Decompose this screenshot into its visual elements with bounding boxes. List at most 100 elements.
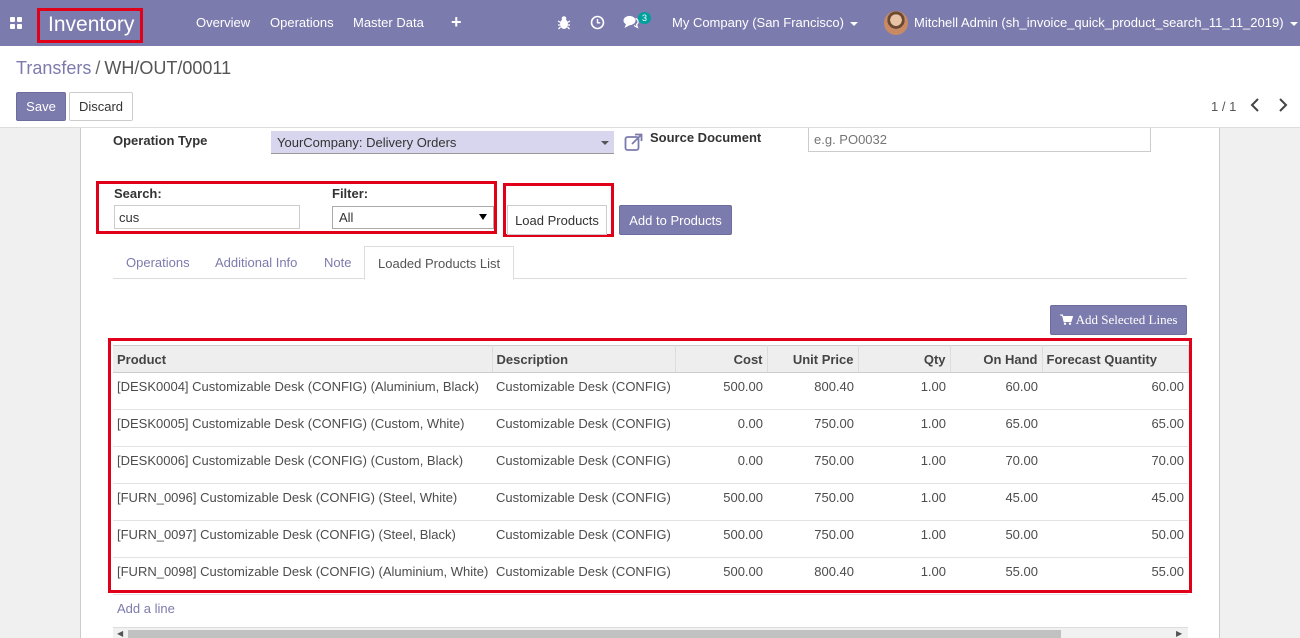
source-document-input[interactable] — [808, 128, 1151, 152]
cell-product: [DESK0004] Customizable Desk (CONFIG) (A… — [113, 372, 492, 410]
cell-qty: 1.00 — [858, 446, 950, 484]
cell-cost: 500.00 — [675, 483, 767, 521]
cell-cost: 500.00 — [675, 372, 767, 410]
chevron-left-icon[interactable] — [1250, 98, 1260, 116]
cell-product: [DESK0006] Customizable Desk (CONFIG) (C… — [113, 446, 492, 484]
scroll-right-icon[interactable]: ▶ — [1176, 630, 1182, 638]
breadcrumb: Transfers / WH/OUT/00011 — [16, 58, 231, 79]
breadcrumb-transfers[interactable]: Transfers — [16, 58, 91, 78]
clock-icon[interactable] — [590, 15, 605, 33]
cell-unit-price: 750.00 — [767, 446, 858, 484]
top-navbar: Inventory Overview Operations Master Dat… — [0, 0, 1300, 46]
header-unit-price[interactable]: Unit Price — [767, 345, 859, 373]
cell-forecast: 70.00 — [1042, 446, 1188, 484]
operation-type-value: YourCompany: Delivery Orders — [277, 135, 457, 150]
header-on-hand[interactable]: On Hand — [950, 345, 1043, 373]
add-to-products-button[interactable]: Add to Products — [619, 205, 732, 235]
table-row[interactable]: [FURN_0098] Customizable Desk (CONFIG) (… — [113, 557, 1188, 595]
table-row[interactable]: [DESK0006] Customizable Desk (CONFIG) (C… — [113, 446, 1188, 484]
cell-qty: 1.00 — [858, 557, 950, 595]
scrollbar-thumb[interactable] — [128, 630, 1061, 638]
search-label: Search: — [114, 186, 162, 201]
cell-qty: 1.00 — [858, 409, 950, 447]
header-qty[interactable]: Qty — [858, 345, 951, 373]
company-switcher[interactable]: My Company (San Francisco) — [672, 0, 858, 45]
cell-description: Customizable Desk (CONFIG) — [492, 557, 675, 595]
chevron-right-icon[interactable] — [1278, 98, 1288, 116]
cell-cost: 500.00 — [675, 557, 767, 595]
chevron-down-icon — [601, 141, 609, 145]
cell-forecast: 65.00 — [1042, 409, 1188, 447]
external-link-icon[interactable] — [624, 133, 643, 152]
avatar[interactable] — [884, 11, 908, 35]
header-forecast-quantity[interactable]: Forecast Quantity — [1042, 345, 1189, 373]
table-row[interactable]: [DESK0004] Customizable Desk (CONFIG) (A… — [113, 372, 1188, 410]
operation-type-label: Operation Type — [113, 133, 208, 148]
cell-unit-price: 800.40 — [767, 372, 858, 410]
cell-description: Customizable Desk (CONFIG) — [492, 520, 675, 558]
header-cost[interactable]: Cost — [675, 345, 768, 373]
cell-unit-price: 750.00 — [767, 520, 858, 558]
cell-product: [FURN_0097] Customizable Desk (CONFIG) (… — [113, 520, 492, 558]
cell-on-hand: 50.00 — [950, 520, 1042, 558]
add-a-line-link[interactable]: Add a line — [117, 601, 175, 616]
cell-cost: 0.00 — [675, 409, 767, 447]
cell-forecast: 45.00 — [1042, 483, 1188, 521]
source-document-label: Source Document — [650, 130, 762, 145]
menu-master-data[interactable]: Master Data — [353, 0, 424, 46]
menu-overview[interactable]: Overview — [196, 0, 250, 46]
filter-select[interactable]: All — [332, 206, 494, 229]
notebook-tabs: Operations Additional Info Note Loaded P… — [113, 246, 1187, 280]
chat-icon[interactable] — [623, 15, 639, 32]
chevron-down-icon — [849, 21, 858, 26]
user-menu[interactable]: Mitchell Admin (sh_invoice_quick_product… — [914, 0, 1298, 45]
cell-cost: 0.00 — [675, 446, 767, 484]
table-row[interactable]: [DESK0005] Customizable Desk (CONFIG) (C… — [113, 409, 1188, 447]
cell-unit-price: 800.40 — [767, 557, 858, 595]
search-input[interactable] — [114, 205, 300, 229]
scroll-left-icon[interactable]: ◀ — [117, 630, 123, 638]
tab-operations[interactable]: Operations — [113, 246, 203, 279]
cell-cost: 500.00 — [675, 520, 767, 558]
cell-on-hand: 65.00 — [950, 409, 1042, 447]
tab-loaded-products-list[interactable]: Loaded Products List — [364, 246, 515, 280]
cell-description: Customizable Desk (CONFIG) — [492, 409, 675, 447]
cell-product: [FURN_0098] Customizable Desk (CONFIG) (… — [113, 557, 492, 595]
filter-label: Filter: — [332, 186, 369, 201]
app-name[interactable]: Inventory — [37, 8, 143, 43]
header-description[interactable]: Description — [492, 345, 676, 373]
company-name: My Company (San Francisco) — [672, 15, 844, 30]
cell-description: Customizable Desk (CONFIG) — [492, 372, 675, 410]
table-row[interactable]: [FURN_0096] Customizable Desk (CONFIG) (… — [113, 483, 1188, 521]
load-products-button[interactable]: Load Products — [507, 205, 607, 235]
cell-forecast: 50.00 — [1042, 520, 1188, 558]
cell-forecast: 55.00 — [1042, 557, 1188, 595]
tab-note[interactable]: Note — [311, 246, 364, 279]
products-table: Product Description Cost Unit Price Qty … — [113, 345, 1189, 595]
cell-description: Customizable Desk (CONFIG) — [492, 446, 675, 484]
cell-qty: 1.00 — [858, 372, 950, 410]
add-selected-lines-label: Add Selected Lines — [1075, 311, 1178, 327]
discard-button[interactable]: Discard — [69, 92, 133, 121]
apps-grid-icon[interactable] — [10, 17, 23, 30]
add-selected-lines-button[interactable]: Add Selected Lines — [1050, 305, 1187, 335]
cell-product: [DESK0005] Customizable Desk (CONFIG) (C… — [113, 409, 492, 447]
control-panel: Transfers / WH/OUT/00011 Save Discard 1 / … — [0, 46, 1300, 128]
save-button[interactable]: Save — [16, 92, 66, 121]
cell-on-hand: 45.00 — [950, 483, 1042, 521]
bug-icon[interactable] — [557, 15, 571, 33]
tab-additional-info[interactable]: Additional Info — [202, 246, 310, 279]
cell-unit-price: 750.00 — [767, 409, 858, 447]
operation-type-select[interactable]: YourCompany: Delivery Orders — [271, 131, 614, 154]
pager-value: 1 / 1 — [1211, 99, 1237, 114]
cell-forecast: 60.00 — [1042, 372, 1188, 410]
plus-icon[interactable]: + — [451, 13, 462, 31]
horizontal-scrollbar[interactable]: ◀ ▶ — [113, 627, 1188, 638]
cell-qty: 1.00 — [858, 483, 950, 521]
table-row[interactable]: [FURN_0097] Customizable Desk (CONFIG) (… — [113, 520, 1188, 558]
cell-description: Customizable Desk (CONFIG) — [492, 483, 675, 521]
header-product[interactable]: Product — [113, 345, 493, 373]
filter-value: All — [339, 210, 354, 225]
breadcrumb-current: WH/OUT/00011 — [104, 58, 232, 78]
menu-operations[interactable]: Operations — [270, 0, 334, 46]
